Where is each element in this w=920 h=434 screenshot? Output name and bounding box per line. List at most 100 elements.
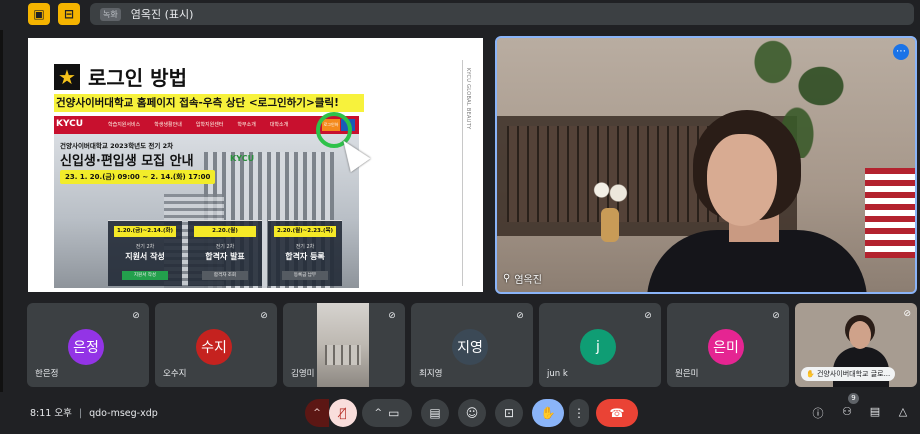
separator: | bbox=[78, 408, 83, 419]
participant-tile[interactable]: 은정 ⊘ 한은정 bbox=[27, 303, 149, 387]
video-flowers bbox=[589, 178, 631, 208]
camera-icon: ▭ bbox=[388, 406, 400, 420]
participant-name: 최지영 bbox=[419, 369, 443, 379]
step-small: 전기 2차 bbox=[215, 244, 235, 250]
participant-tile[interactable]: 지영 ⊘ 최지영 bbox=[411, 303, 533, 387]
people-icon[interactable]: ⚇ bbox=[839, 405, 855, 418]
speaker-face bbox=[707, 134, 777, 226]
activities-icon[interactable]: △ bbox=[895, 405, 911, 418]
participant-name: 오수지 bbox=[163, 369, 187, 379]
hang-up-icon: ☎ bbox=[609, 406, 625, 420]
present-icon: ⊡ bbox=[503, 406, 515, 420]
mic-off-button[interactable]: 🎙̸ bbox=[329, 399, 357, 427]
audio-options-button[interactable]: ^ bbox=[305, 399, 329, 427]
info-icon[interactable]: ⓘ bbox=[810, 405, 826, 421]
meeting-info: 8:11 오후 | qdo-mseg-xdp bbox=[30, 405, 158, 419]
site-logo: KYCU bbox=[56, 119, 84, 129]
hand-icon: ✋ bbox=[540, 406, 556, 420]
mic-off-icon: 🎙̸ bbox=[339, 406, 347, 420]
participant-tile[interactable]: ⊘ ✋ 건양사이버대학교 글로... bbox=[795, 303, 917, 387]
participant-name: 한은정 bbox=[35, 369, 59, 379]
site-nav-item: 대학소개 bbox=[269, 122, 289, 128]
camera-button[interactable]: ^ ▭ bbox=[362, 399, 412, 427]
presenter-bar[interactable]: 녹화 염옥진 (표시) bbox=[90, 3, 914, 25]
speaker-name: 염옥진 bbox=[514, 275, 542, 286]
slide-subtitle: 건양사이버대학교 홈페이지 접속-우측 상단 <로그인하기>클릭! bbox=[54, 94, 364, 112]
step-date: 2.20.(월)~2.23.(목) bbox=[274, 226, 336, 237]
participant-video bbox=[317, 303, 369, 387]
participant-tile[interactable]: 은미 ⊘ 원은미 bbox=[667, 303, 789, 387]
more-options-icon[interactable]: ⋯ bbox=[893, 44, 909, 60]
clock-time: 8:11 오후 bbox=[30, 408, 72, 419]
top-bar: ▣ ⊟ 녹화 염옥진 (표시) bbox=[0, 0, 920, 30]
emoji-icon: ☺ bbox=[465, 406, 479, 420]
step-date: 2.20.(월) bbox=[194, 226, 256, 237]
mic-off-icon: ⊘ bbox=[516, 311, 524, 321]
mic-off-icon: ⊘ bbox=[260, 311, 268, 321]
speaker-label: ⚲ 염옥진 bbox=[503, 271, 542, 286]
window-edge bbox=[0, 0, 3, 434]
mic-off-icon: ⊘ bbox=[644, 311, 652, 321]
step-tag: 지원서 작성 bbox=[122, 271, 168, 280]
pin-icon: ⚲ bbox=[503, 273, 511, 284]
bottom-bar: 8:11 오후 | qdo-mseg-xdp ^ 🎙̸ ^ ▭ ▤ ☺ ⊡ ✋ … bbox=[0, 392, 920, 434]
campaign-title: 신입생·편입생 모집 안내 bbox=[60, 154, 194, 169]
video-flag bbox=[865, 168, 915, 258]
chevron-up-icon: ^ bbox=[374, 408, 383, 418]
step-title: 지원서 작성 bbox=[125, 252, 165, 261]
participant-video-face bbox=[849, 321, 871, 349]
avatar: 은미 bbox=[708, 329, 744, 365]
captions-icon: ▤ bbox=[429, 406, 441, 420]
raise-hand-button[interactable]: ✋ bbox=[532, 399, 564, 427]
slide-divider bbox=[462, 60, 463, 286]
participant-tile[interactable]: j ⊘ jun k bbox=[539, 303, 661, 387]
campaign-dates: 23. 1. 20.(금) 09:00 ~ 2. 14.(화) 17:00 bbox=[60, 170, 216, 184]
presentation-slide: KYCU GLOBAL BEAUTY ★ 로그인 방법 건양사이버대학교 홈페이… bbox=[28, 38, 483, 292]
more-options-button[interactable]: ⋮ bbox=[569, 399, 589, 427]
participant-count-badge: 9 bbox=[848, 393, 859, 404]
participant-name: 원은미 bbox=[675, 369, 699, 379]
participant-name: 건양사이버대학교 글로... bbox=[816, 370, 891, 378]
chat-icon[interactable]: ▤ bbox=[867, 405, 883, 418]
avatar: 수지 bbox=[196, 329, 232, 365]
step-tag: 합격자 조회 bbox=[202, 271, 248, 280]
steps-row: 1.20.(금)~2.14.(화) 전기 2차 지원서 작성 지원서 작성 2.… bbox=[108, 220, 342, 286]
reactions-button[interactable]: ☺ bbox=[458, 399, 486, 427]
main-video-tile[interactable]: ⚲ 염옥진 ⋯ bbox=[495, 36, 917, 294]
step-small: 전기 2차 bbox=[135, 244, 155, 250]
site-nav-item: 학생생활안내 bbox=[154, 122, 182, 128]
avatar: j bbox=[580, 329, 616, 365]
presenter-badge: 녹화 bbox=[100, 7, 121, 21]
participant-tile[interactable]: 수지 ⊘ 오수지 bbox=[155, 303, 277, 387]
mic-off-icon: ⊘ bbox=[132, 311, 140, 321]
mic-off-icon: ⊘ bbox=[388, 311, 396, 321]
captions-button[interactable]: ▤ bbox=[421, 399, 449, 427]
mic-off-icon: ⊘ bbox=[903, 309, 911, 319]
avatar: 지영 bbox=[452, 329, 488, 365]
pin-icon[interactable]: ⊟ bbox=[58, 3, 80, 25]
participant-tile[interactable]: ⊘ 김영미 bbox=[283, 303, 405, 387]
step-title: 합격자 발표 bbox=[205, 252, 245, 261]
site-nav: 학습지원서비스 학생생활안내 입학지원센터 학부소개 대학소개 bbox=[108, 121, 288, 128]
presentation-off-icon[interactable]: ▣ bbox=[28, 3, 50, 25]
step-small: 전기 2차 bbox=[295, 244, 315, 250]
step-card: 1.20.(금)~2.14.(화) 전기 2차 지원서 작성 지원서 작성 bbox=[108, 220, 182, 286]
step-title: 합격자 등록 bbox=[285, 252, 325, 261]
star-icon: ★ bbox=[54, 64, 80, 90]
slide-side-text: KYCU GLOBAL BEAUTY bbox=[465, 68, 471, 130]
present-button[interactable]: ⊡ bbox=[495, 399, 523, 427]
slide-title: 로그인 방법 bbox=[88, 66, 187, 90]
mic-off-icon: ⊘ bbox=[772, 311, 780, 321]
leave-call-button[interactable]: ☎ bbox=[596, 399, 638, 427]
participant-name: jun k bbox=[547, 369, 568, 379]
site-nav-item: 학습지원서비스 bbox=[108, 122, 141, 128]
site-nav-item: 입학지원센터 bbox=[195, 122, 224, 128]
meeting-code: qdo-mseg-xdp bbox=[89, 408, 158, 419]
presenter-name: 염옥진 (표시) bbox=[130, 8, 194, 21]
campaign-small-text: 건양사이버대학교 2023학년도 전기 2차 bbox=[60, 142, 174, 150]
video-vase bbox=[601, 208, 619, 242]
hand-icon: ✋ bbox=[806, 370, 817, 378]
avatar: 은정 bbox=[68, 329, 104, 365]
building-sign: KYCU bbox=[230, 154, 255, 163]
step-card: 2.20.(월)~2.23.(목) 전기 2차 합격자 등록 등록금 납부 bbox=[268, 220, 342, 286]
